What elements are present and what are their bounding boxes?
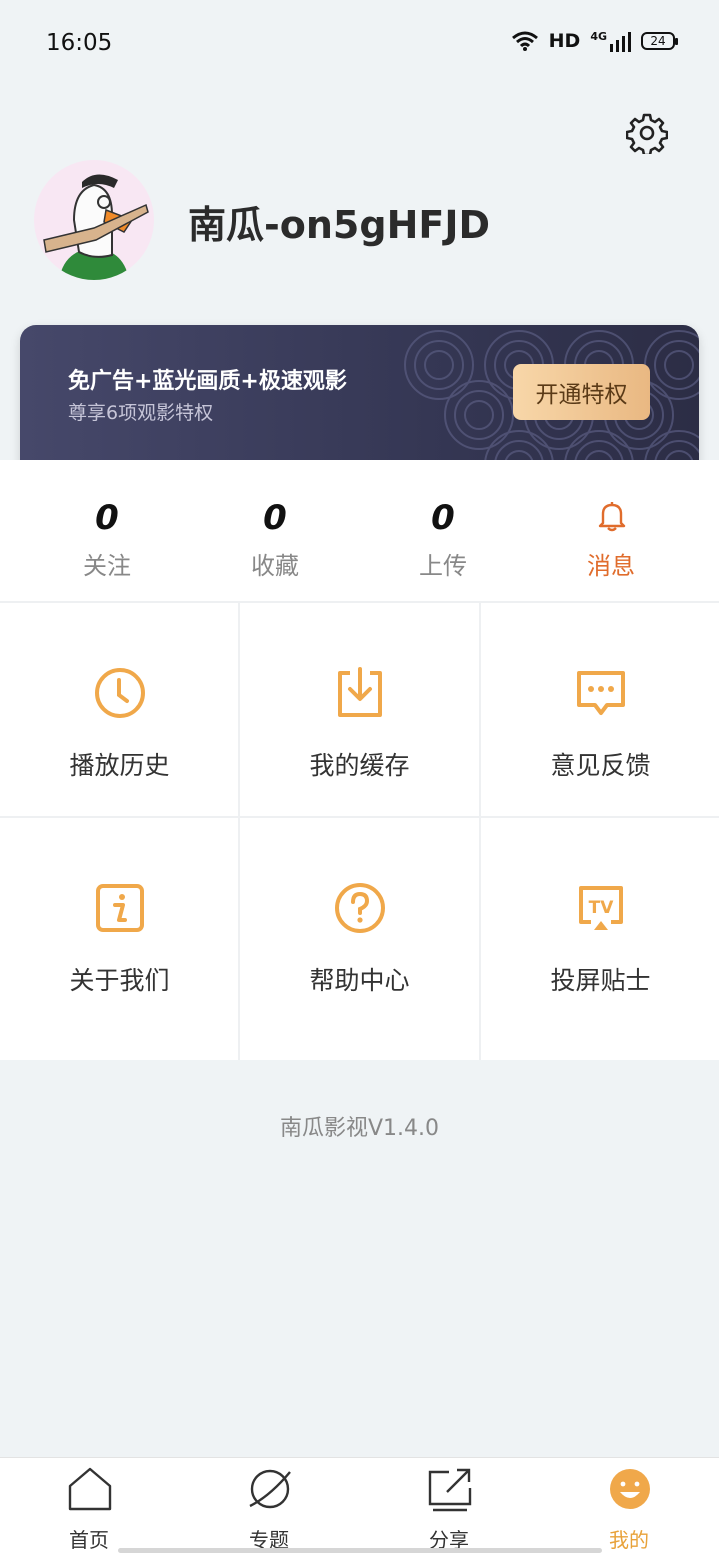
hd-indicator: HD bbox=[548, 30, 581, 52]
clock-icon bbox=[95, 668, 145, 718]
tv-cast-icon: TV bbox=[579, 886, 623, 930]
username[interactable]: 南瓜-on5gHFJD bbox=[188, 194, 490, 249]
grid-item-cache[interactable]: 我的缓存 bbox=[240, 603, 479, 817]
stat-label: 关注 bbox=[83, 552, 131, 580]
grid-item-label: 播放历史 bbox=[69, 751, 170, 780]
home-icon bbox=[68, 1467, 112, 1511]
nav-topics[interactable]: 专题 bbox=[209, 1458, 329, 1556]
stat-label: 消息 bbox=[587, 552, 635, 580]
grid-item-label: 投屏贴士 bbox=[550, 966, 651, 995]
grid-item-label: 意见反馈 bbox=[550, 751, 651, 780]
nav-mine[interactable]: 我的 bbox=[569, 1458, 689, 1556]
network-type: 4G bbox=[590, 30, 607, 43]
goose-avatar-icon bbox=[43, 174, 149, 280]
stat-value: 0 bbox=[263, 498, 287, 538]
signal-icon bbox=[610, 32, 631, 52]
grid-item-label: 我的缓存 bbox=[309, 751, 410, 780]
grid-item-history[interactable]: 播放历史 bbox=[0, 603, 239, 817]
planet-icon bbox=[249, 1469, 291, 1509]
bottom-nav: 首页 专题 分享 我的 bbox=[0, 1457, 719, 1556]
grid-item-cast-tips[interactable]: TV 投屏贴士 bbox=[481, 818, 719, 1032]
stat-favorites[interactable]: 0 收藏 bbox=[185, 460, 365, 602]
settings-gear-icon[interactable] bbox=[626, 112, 668, 154]
stats-row: 0 关注 0 收藏 0 上传 消息 bbox=[0, 460, 719, 602]
stat-uploads[interactable]: 0 上传 bbox=[353, 460, 533, 602]
app-version: 南瓜影视V1.4.0 bbox=[279, 1116, 440, 1141]
info-icon bbox=[96, 884, 144, 932]
status-bar: 16:05 HD 4G 24 bbox=[0, 0, 719, 88]
help-icon bbox=[335, 883, 385, 933]
wifi-icon bbox=[511, 31, 538, 51]
status-icons: HD 4G 24 bbox=[511, 30, 678, 52]
nav-share[interactable]: 分享 bbox=[389, 1458, 509, 1556]
stat-value: 0 bbox=[95, 498, 119, 538]
status-time: 16:05 bbox=[46, 30, 113, 56]
grid-item-help[interactable]: 帮助中心 bbox=[240, 818, 479, 1032]
avatar[interactable] bbox=[34, 160, 154, 280]
battery-icon: 24 bbox=[641, 32, 678, 50]
share-icon bbox=[428, 1468, 472, 1512]
open-privilege-button[interactable]: 开通特权 bbox=[513, 364, 650, 420]
vip-title: 免广告+蓝光画质+极速观影 bbox=[68, 369, 347, 394]
grid-item-label: 关于我们 bbox=[69, 966, 170, 995]
download-icon bbox=[338, 667, 382, 717]
vip-subtitle: 尊享6项观影特权 bbox=[68, 402, 214, 424]
nav-home[interactable]: 首页 bbox=[29, 1458, 149, 1556]
grid-item-about[interactable]: 关于我们 bbox=[0, 818, 239, 1032]
battery-level: 24 bbox=[650, 34, 666, 48]
chat-icon bbox=[577, 671, 625, 715]
gesture-bar[interactable] bbox=[118, 1548, 602, 1553]
bell-icon bbox=[598, 502, 626, 532]
stat-label: 上传 bbox=[419, 552, 467, 580]
stat-messages[interactable]: 消息 bbox=[521, 460, 701, 602]
stat-follow[interactable]: 0 关注 bbox=[17, 460, 197, 602]
stat-value: 0 bbox=[431, 498, 455, 538]
smile-icon bbox=[610, 1469, 650, 1509]
grid-item-feedback[interactable]: 意见反馈 bbox=[481, 603, 719, 817]
svg-text:TV: TV bbox=[589, 898, 615, 918]
grid-item-label: 帮助中心 bbox=[309, 966, 410, 995]
stat-label: 收藏 bbox=[251, 552, 299, 580]
